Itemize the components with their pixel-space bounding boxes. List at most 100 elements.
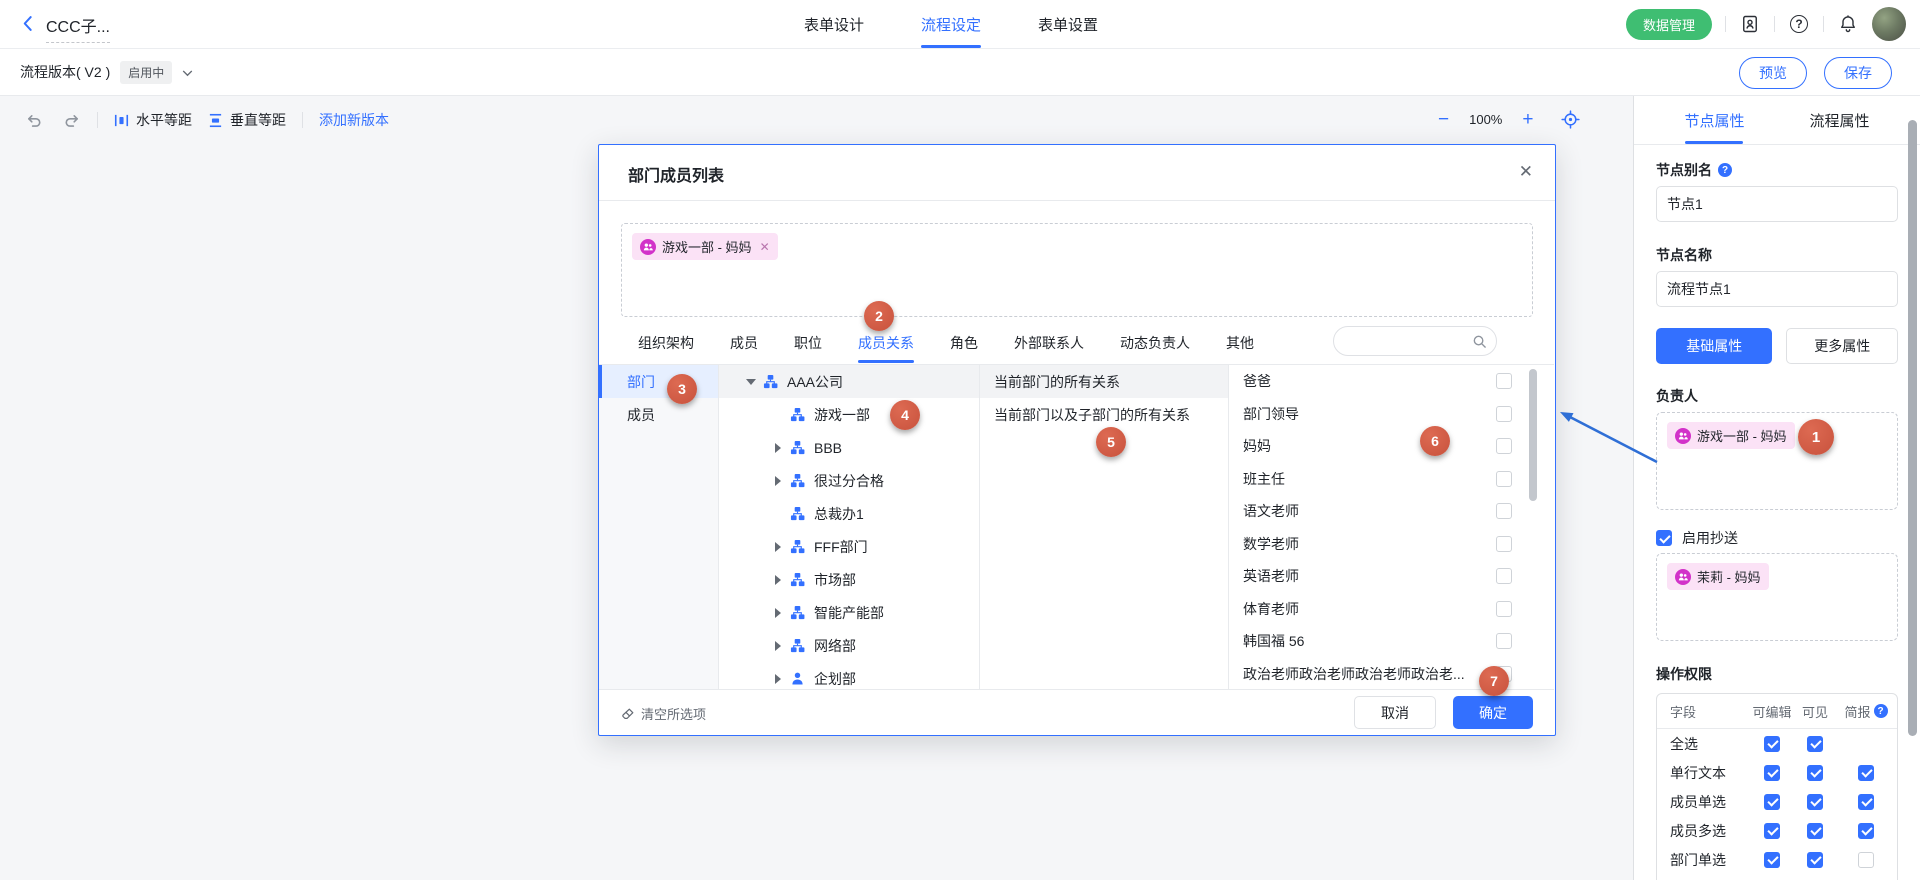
member-source-tab-3[interactable]: 职位 [794,323,822,363]
enable-cc-checkbox[interactable] [1656,530,1672,546]
tree-caret-icon[interactable] [743,379,759,385]
search-input[interactable] [1346,330,1470,354]
search-box[interactable] [1333,326,1497,356]
node-alias-input[interactable]: 节点1 [1656,186,1898,222]
back-icon[interactable] [22,15,33,35]
top-tab-2[interactable]: 流程设定 [921,0,981,48]
v-distribute-label[interactable]: 垂直等距 [230,110,286,130]
avatar[interactable] [1872,7,1906,41]
relation-checkbox[interactable] [1496,568,1512,584]
cc-picker[interactable]: 茉莉 - 妈妈 [1656,553,1898,641]
tree-caret-icon[interactable] [770,608,786,618]
relation-item-3[interactable]: 妈妈 [1229,430,1554,463]
node-name-input[interactable]: 流程节点1 [1656,271,1898,307]
permission-checkbox[interactable] [1764,794,1780,810]
relation-item-1[interactable]: 爸爸 [1229,365,1554,398]
help-icon[interactable]: ? [1718,163,1732,177]
permission-checkbox[interactable] [1764,852,1780,868]
window-scrollbar[interactable] [1908,120,1917,736]
relation-checkbox[interactable] [1496,601,1512,617]
member-source-tab-7[interactable]: 动态负责人 [1120,323,1190,363]
locate-target-icon[interactable] [1561,110,1580,129]
vertical-distribute-icon[interactable] [208,113,223,128]
tree-node-6[interactable]: FFF部门 [719,530,979,563]
document-title[interactable]: CCC子... [46,13,110,43]
tree-node-9[interactable]: 网络部 [719,629,979,662]
relation-scope-1[interactable]: 当前部门的所有关系 [980,365,1228,398]
relation-item-5[interactable]: 语文老师 [1229,495,1554,528]
member-source-tab-1[interactable]: 组织架构 [638,323,694,363]
relation-checkbox[interactable] [1496,536,1512,552]
relation-checkbox[interactable] [1496,471,1512,487]
relation-item-8[interactable]: 体育老师 [1229,593,1554,626]
relation-item-4[interactable]: 班主任 [1229,463,1554,496]
cc-tag[interactable]: 茉莉 - 妈妈 [1667,563,1769,590]
permission-checkbox[interactable] [1807,765,1823,781]
relation-checkbox[interactable] [1496,406,1512,422]
redo-icon[interactable] [64,112,81,129]
permission-checkbox[interactable] [1858,823,1874,839]
permission-checkbox[interactable] [1807,823,1823,839]
category-item-2[interactable]: 成员 [599,398,718,431]
h-distribute-label[interactable]: 水平等距 [136,110,192,130]
zoom-out-button[interactable]: − [1438,110,1449,129]
tree-node-8[interactable]: 智能产能部 [719,596,979,629]
basic-properties-button[interactable]: 基础属性 [1656,328,1772,364]
tree-caret-icon[interactable] [770,443,786,453]
clear-selection-button[interactable]: 清空所选项 [621,704,706,723]
selected-members-area[interactable]: 游戏一部 - 妈妈 ✕ [621,223,1533,317]
help-icon[interactable]: ? [1874,704,1888,718]
category-item-1[interactable]: 部门 [599,365,718,398]
contacts-icon[interactable] [1739,13,1761,35]
member-source-tab-8[interactable]: 其他 [1226,323,1254,363]
bell-icon[interactable] [1837,13,1859,35]
top-tab-3[interactable]: 表单设置 [1038,0,1098,48]
panel-tab-1[interactable]: 节点属性 [1684,96,1744,144]
horizontal-distribute-icon[interactable] [114,113,129,128]
member-source-tab-2[interactable]: 成员 [730,323,758,363]
member-source-tab-6[interactable]: 外部联系人 [1014,323,1084,363]
relation-checkbox[interactable] [1496,438,1512,454]
permission-checkbox[interactable] [1807,852,1823,868]
tree-node-7[interactable]: 市场部 [719,563,979,596]
relation-checkbox[interactable] [1496,373,1512,389]
tree-node-1[interactable]: AAA公司 [719,365,979,398]
more-properties-button[interactable]: 更多属性 [1786,328,1898,364]
permission-checkbox[interactable] [1764,736,1780,752]
relation-checkbox[interactable] [1496,633,1512,649]
help-icon[interactable]: ? [1788,13,1810,35]
close-icon[interactable]: ✕ [1519,162,1533,182]
tree-node-4[interactable]: 很过分合格 [719,464,979,497]
relation-item-7[interactable]: 英语老师 [1229,560,1554,593]
owner-tag[interactable]: 游戏一部 - 妈妈 [1667,422,1795,449]
tree-caret-icon[interactable] [770,641,786,651]
member-source-tab-5[interactable]: 角色 [950,323,978,363]
tree-node-2[interactable]: 游戏一部 [719,398,979,431]
permission-checkbox[interactable] [1807,794,1823,810]
remove-tag-icon[interactable]: ✕ [760,240,770,254]
tree-caret-icon[interactable] [770,575,786,585]
version-info[interactable]: 流程版本( V2 ) 启用中 [20,49,193,95]
permission-checkbox[interactable] [1858,794,1874,810]
permission-checkbox[interactable] [1858,765,1874,781]
tree-caret-icon[interactable] [770,674,786,684]
relation-item-6[interactable]: 数学老师 [1229,528,1554,561]
chevron-down-icon[interactable] [182,64,193,80]
panel-tab-2[interactable]: 流程属性 [1809,96,1869,144]
tree-caret-icon[interactable] [770,542,786,552]
permission-checkbox[interactable] [1764,823,1780,839]
tree-node-10[interactable]: 企划部 [719,662,979,690]
undo-icon[interactable] [25,112,42,129]
tree-node-3[interactable]: BBB [719,431,979,464]
add-version-link[interactable]: 添加新版本 [319,110,389,130]
relation-item-9[interactable]: 韩国福 56 [1229,625,1554,658]
tree-node-5[interactable]: 总裁办1 [719,497,979,530]
top-tab-1[interactable]: 表单设计 [804,0,864,48]
preview-button[interactable]: 预览 [1739,57,1807,89]
relation-checkbox[interactable] [1496,503,1512,519]
relation-scope-2[interactable]: 当前部门以及子部门的所有关系 [980,398,1228,431]
confirm-button[interactable]: 确定 [1453,696,1533,729]
data-manage-button[interactable]: 数据管理 [1626,9,1712,40]
permission-checkbox[interactable] [1807,736,1823,752]
tree-caret-icon[interactable] [770,476,786,486]
